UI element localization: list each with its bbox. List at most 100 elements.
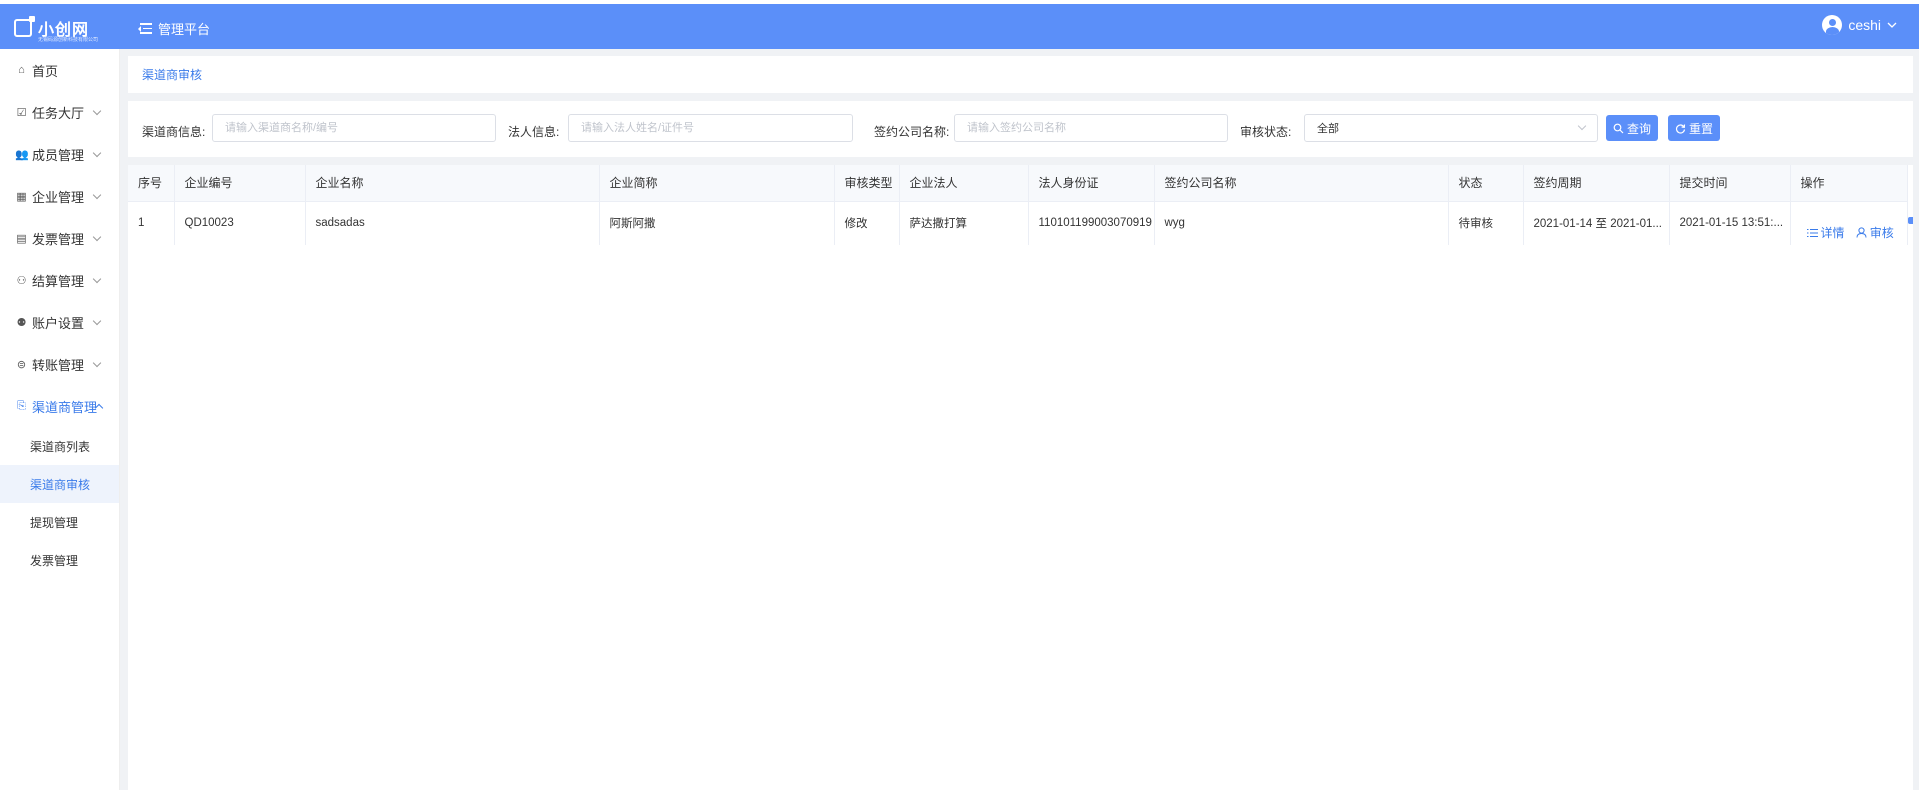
channel-info-input[interactable] <box>212 114 496 142</box>
refresh-icon <box>1675 123 1686 134</box>
chevron-down-icon <box>92 274 102 284</box>
reset-button-label: 重置 <box>1688 121 1713 136</box>
review-status-select[interactable]: 全部 <box>1304 114 1598 142</box>
members-icon: 👥 <box>15 148 29 161</box>
header-submit-time: 提交时间 <box>1669 165 1791 202</box>
breadcrumb-current[interactable]: 渠道商审核 <box>142 66 202 83</box>
invoice-icon: ▤ <box>16 232 27 245</box>
sidebar-subitem-channel-review[interactable]: 渠道商审核 <box>0 465 119 503</box>
transfer-icon: ⊜ <box>16 358 27 371</box>
sidebar-item-label: 企业管理 <box>32 189 85 205</box>
cell-submit-time: 2021-01-15 13:51:... <box>1669 201 1791 245</box>
header-legal-person: 企业法人 <box>899 165 1029 202</box>
cell-contract-period: 2021-01-14 至 2021-01... <box>1523 201 1670 245</box>
company-name-label: 签约公司名称: <box>874 125 950 139</box>
channel-icon: ⎘ <box>17 399 26 412</box>
header-status: 状态 <box>1448 165 1524 202</box>
cell-status: 待审核 <box>1448 201 1524 245</box>
sidebar-item-members[interactable]: 👥 成员管理 <box>0 133 119 175</box>
detail-link-label: 详情 <box>1820 226 1845 240</box>
header-contract-period: 签约周期 <box>1523 165 1670 202</box>
username: ceshi <box>1848 17 1881 33</box>
review-link-label: 审核 <box>1869 225 1894 240</box>
cell-legal-person: 萨达撒打算 <box>899 201 1029 245</box>
query-button[interactable]: 查询 <box>1606 115 1658 141</box>
filter-bar: 渠道商信息: 法人信息: 签约公司名称: 审核状态: 全部 查询 重置 <box>128 101 1913 157</box>
breadcrumb: 渠道商审核 <box>128 56 1913 93</box>
account-icon: ⚉ <box>16 316 27 329</box>
chevron-down-icon <box>92 316 102 326</box>
header-actions: 操作 <box>1790 165 1908 202</box>
sidebar-item-channel[interactable]: ⎘ 渠道商管理 <box>0 385 119 427</box>
sidebar: ⌂ 首页 ☑ 任务大厅 👥 成员管理 ▦ 企业管理 ▤ 发票管理 ⚇ 结算管理 … <box>0 49 120 790</box>
header-review-type: 审核类型 <box>834 165 900 202</box>
sidebar-item-settlement[interactable]: ⚇ 结算管理 <box>0 259 119 301</box>
cell-enterprise-id: QD10023 <box>174 201 306 245</box>
cell-contract-company: wyg <box>1154 201 1449 245</box>
cell-index: 1 <box>128 201 175 245</box>
sidebar-item-task-hall[interactable]: ☑ 任务大厅 <box>0 91 119 133</box>
review-status-label: 审核状态: <box>1240 125 1292 139</box>
task-icon: ☑ <box>16 106 27 119</box>
detail-link[interactable]: 详情 <box>1806 224 1845 241</box>
logo-subtext: 无锡码源创新科技有限公司 <box>38 37 99 43</box>
top-bar: 小创网 无锡码源创新科技有限公司 管理平台 ceshi <box>0 4 1919 49</box>
sidebar-subitem-withdraw[interactable]: 提现管理 <box>0 503 119 541</box>
table-row: 1 QD10023 sadsadas 阿斯阿撒 修改 萨达撒打算 1101011… <box>128 201 1908 245</box>
menu-title: 管理平台 <box>158 22 211 37</box>
query-button-label: 查询 <box>1626 121 1651 136</box>
legal-info-label: 法人信息: <box>508 125 560 139</box>
user-icon <box>1856 226 1867 238</box>
user-menu[interactable]: ceshi <box>1822 15 1897 35</box>
legal-info-input[interactable] <box>568 114 853 142</box>
sidebar-item-label: 渠道商管理 <box>32 399 98 415</box>
settlement-icon: ⚇ <box>16 274 27 287</box>
company-name-input[interactable] <box>954 114 1228 142</box>
cell-actions: 详情 审核 <box>1790 201 1908 245</box>
sidebar-item-enterprise[interactable]: ▦ 企业管理 <box>0 175 119 217</box>
review-link[interactable]: 审核 <box>1856 224 1894 241</box>
sidebar-subitem-invoice[interactable]: 发票管理 <box>0 541 119 579</box>
chevron-down-icon <box>1887 22 1897 28</box>
scrollbar-handle[interactable] <box>1908 217 1913 224</box>
building-icon: ▦ <box>16 190 27 203</box>
sidebar-item-label: 结算管理 <box>32 273 85 289</box>
chevron-down-icon <box>1577 121 1587 131</box>
header-index: 序号 <box>128 165 175 202</box>
logo-icon <box>14 16 35 37</box>
reset-button[interactable]: 重置 <box>1668 115 1720 141</box>
chevron-down-icon <box>92 148 102 158</box>
header-enterprise-short-name: 企业简称 <box>599 165 835 202</box>
chevron-down-icon <box>92 358 102 368</box>
sidebar-item-transfer[interactable]: ⊜ 转账管理 <box>0 343 119 385</box>
sidebar-item-label: 转账管理 <box>32 357 85 373</box>
chevron-down-icon <box>92 232 102 242</box>
header-enterprise-name: 企业名称 <box>305 165 600 202</box>
header-enterprise-id: 企业编号 <box>174 165 306 202</box>
cell-enterprise-short-name: 阿斯阿撒 <box>599 201 835 245</box>
cell-enterprise-name: sadsadas <box>305 201 600 245</box>
sidebar-item-label: 账户设置 <box>32 315 85 331</box>
cell-legal-id: 110101199003070919 <box>1028 201 1155 245</box>
sidebar-item-invoice[interactable]: ▤ 发票管理 <box>0 217 119 259</box>
header-legal-id: 法人身份证 <box>1028 165 1155 202</box>
main-content: 渠道商审核 渠道商信息: 法人信息: 签约公司名称: 审核状态: 全部 查询 重… <box>120 49 1919 790</box>
list-icon <box>1806 228 1818 237</box>
sidebar-subitem-channel-list[interactable]: 渠道商列表 <box>0 427 119 465</box>
channel-info-label: 渠道商信息: <box>142 125 206 139</box>
review-status-value: 全部 <box>1317 123 1339 135</box>
sidebar-item-home[interactable]: ⌂ 首页 <box>0 49 119 91</box>
sidebar-item-label: 任务大厅 <box>32 105 85 121</box>
logo[interactable]: 小创网 无锡码源创新科技有限公司 <box>14 16 98 43</box>
menu-toggle-button[interactable]: 管理平台 <box>138 19 210 38</box>
home-icon: ⌂ <box>18 64 25 76</box>
search-icon <box>1613 123 1624 133</box>
sidebar-item-label: 首页 <box>32 63 59 79</box>
sidebar-item-label: 成员管理 <box>32 147 85 163</box>
cell-review-type: 修改 <box>834 201 900 245</box>
sidebar-item-account[interactable]: ⚉ 账户设置 <box>0 301 119 343</box>
menu-fold-icon <box>138 23 152 34</box>
header-contract-company: 签约公司名称 <box>1154 165 1449 202</box>
review-table: 序号 企业编号 企业名称 企业简称 审核类型 企业法人 法人身份证 签约公司名称… <box>128 165 1913 790</box>
user-avatar-icon <box>1822 15 1843 35</box>
